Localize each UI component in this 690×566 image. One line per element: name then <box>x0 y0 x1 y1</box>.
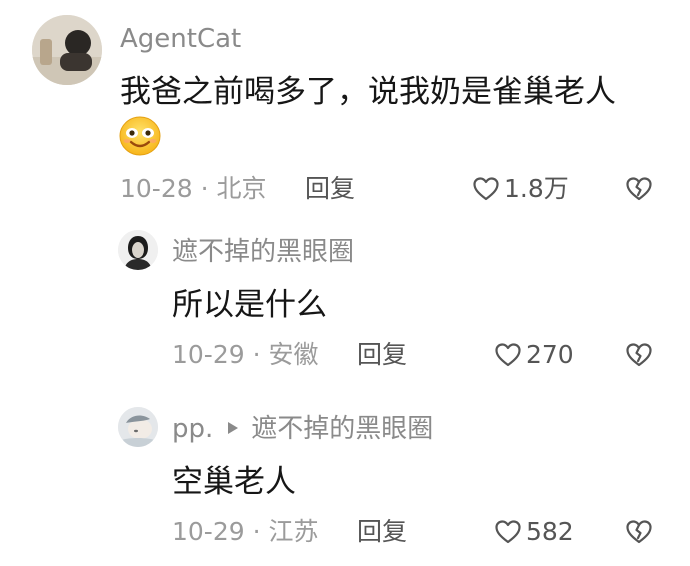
reply-item: pp. 遮不掉的黑眼圈 空巢老人 10-29 · 江苏 回复 582 <box>0 390 690 566</box>
comment-date-location: 10-28 · 北京 <box>120 174 267 203</box>
like-count: 582 <box>526 517 574 546</box>
avatar[interactable] <box>32 15 102 85</box>
comment-date-location: 10-29 · 安徽 <box>172 340 319 369</box>
username[interactable]: AgentCat <box>120 24 241 54</box>
reply-to-username[interactable]: 遮不掉的黑眼圈 <box>251 414 433 444</box>
avatar-photo-icon <box>118 230 158 270</box>
reply-button[interactable]: 回复 <box>357 517 407 547</box>
comment-text: 空巢老人 <box>172 464 296 500</box>
avatar[interactable] <box>118 230 158 270</box>
avatar-photo-icon <box>32 15 102 85</box>
like-button[interactable]: 1.8万 <box>472 174 569 204</box>
reply-arrow-icon <box>227 420 239 439</box>
broken-heart-icon <box>626 343 652 367</box>
broken-heart-icon <box>626 177 652 201</box>
comment-date-location: 10-29 · 江苏 <box>172 517 319 546</box>
avatar[interactable] <box>118 407 158 447</box>
reply-header: pp. 遮不掉的黑眼圈 <box>172 414 433 444</box>
dislike-button[interactable] <box>625 342 653 368</box>
smile-emoji-icon <box>118 115 162 157</box>
like-count: 1.8万 <box>504 174 569 203</box>
username[interactable]: pp. <box>172 414 213 444</box>
broken-heart-icon <box>626 520 652 544</box>
reply-item: 遮不掉的黑眼圈 所以是什么 10-29 · 安徽 回复 270 <box>0 220 690 390</box>
like-button[interactable]: 582 <box>494 517 574 547</box>
heart-icon <box>495 343 521 367</box>
heart-icon <box>473 177 499 201</box>
comment-item: AgentCat 我爸之前喝多了，说我奶是雀巢老人 10-28 · 北京 回复 <box>0 0 690 220</box>
comment-text: 所以是什么 <box>172 287 327 323</box>
heart-icon <box>495 520 521 544</box>
dislike-button[interactable] <box>625 519 653 545</box>
reply-button[interactable]: 回复 <box>357 340 407 370</box>
reply-button[interactable]: 回复 <box>305 174 355 204</box>
dislike-button[interactable] <box>625 176 653 202</box>
username[interactable]: 遮不掉的黑眼圈 <box>172 237 354 267</box>
avatar-photo-icon <box>118 407 158 447</box>
comment-text: 我爸之前喝多了，说我奶是雀巢老人 <box>120 74 616 110</box>
like-button[interactable]: 270 <box>494 340 574 370</box>
like-count: 270 <box>526 340 574 369</box>
